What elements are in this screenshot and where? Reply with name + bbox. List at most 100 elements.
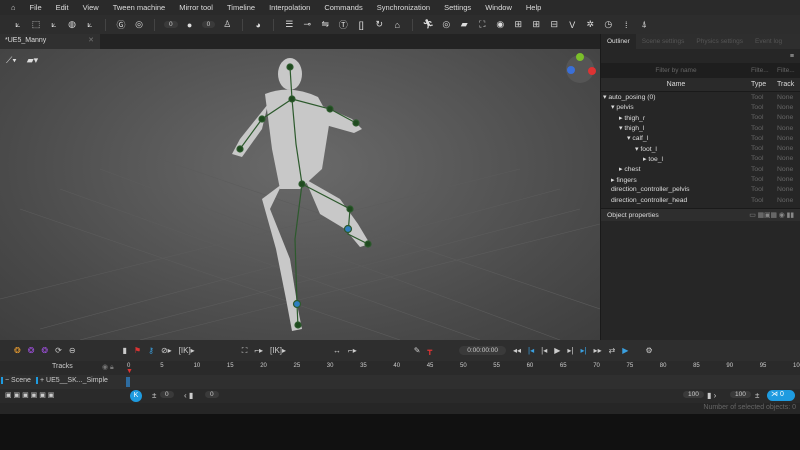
loop-icon[interactable]: ⇄	[609, 346, 616, 355]
document-tab[interactable]: *UE5_Manny ✕	[0, 34, 100, 49]
outliner-row[interactable]: ▾ pelvisToolNone	[601, 102, 800, 112]
link-icon[interactable]: ⊸	[301, 19, 313, 30]
menu-settings[interactable]: Settings	[437, 3, 478, 12]
outliner-row[interactable]: direction_controller_pelvisToolNone	[601, 185, 800, 195]
v-icon[interactable]: V	[566, 20, 578, 30]
play-range-icon[interactable]: ▶	[622, 346, 628, 355]
disable-icon[interactable]: ⊘▸	[161, 346, 172, 355]
menu-window[interactable]: Window	[478, 3, 519, 12]
key-purple-icon[interactable]: ❂	[41, 346, 48, 355]
end-frame-field[interactable]: 100	[683, 391, 704, 398]
close-icon[interactable]: ✕	[88, 36, 94, 44]
step-tween-icon[interactable]: ⌐▸	[348, 346, 357, 355]
clock-icon[interactable]: ◷	[602, 19, 614, 30]
flag-icon[interactable]: ⚑	[134, 346, 141, 355]
menu-edit[interactable]: Edit	[49, 3, 76, 12]
outliner-row[interactable]: ▾ auto_posing (0)ToolNone	[601, 92, 800, 102]
fast-forward-icon[interactable]: ▸▸	[594, 346, 602, 355]
focus-icon[interactable]: ⛶	[476, 19, 488, 30]
person-icon[interactable]: ♙	[221, 19, 233, 30]
filter-track-input[interactable]: Filte...	[777, 67, 795, 74]
shuffle-icon[interactable]: ⇋	[319, 19, 331, 30]
outliner-row[interactable]: ▾ thigh_lToolNone	[601, 123, 800, 133]
end-stepper[interactable]: ±	[755, 391, 759, 400]
next-frame-icon[interactable]: ▸|	[567, 346, 573, 355]
menu-file[interactable]: File	[23, 3, 49, 12]
menu-synchronization[interactable]: Synchronization	[370, 3, 437, 12]
track-action-icons[interactable]: ▣ ▣ ▣ ▣ ▣ ▣	[5, 391, 54, 399]
remove-layer-icon[interactable]: ⊟	[548, 19, 560, 30]
marker-icon[interactable]: ┳	[427, 346, 432, 355]
visibility-lock-icons[interactable]: ◉ 🔒︎	[102, 363, 114, 372]
tab-scene-settings[interactable]: Scene settings	[636, 38, 691, 45]
expand-arrow-icon[interactable]: ▸	[619, 115, 622, 122]
outliner-row[interactable]: ▸ chestToolNone	[601, 164, 800, 174]
pin-icon[interactable]: ✎	[414, 346, 421, 355]
start-offset-field[interactable]: 0	[160, 391, 174, 398]
loop-icon[interactable]: ↻	[373, 19, 385, 30]
last-key-icon[interactable]: ▸|	[580, 346, 586, 355]
home-icon[interactable]: ⌂	[4, 3, 23, 12]
timeline-ruler[interactable]: Tracks ◉ 🔒︎ 0510152025303540455055606570…	[0, 361, 800, 375]
menu-interpolation[interactable]: Interpolation	[262, 3, 317, 12]
panel-menu-icon[interactable]: ≡	[790, 53, 794, 60]
menu-commands[interactable]: Commands	[317, 3, 369, 12]
key-orange-icon[interactable]: ❂	[14, 346, 21, 355]
step-icon[interactable]: ⌐▸	[254, 346, 263, 355]
interval-icon[interactable]: ▮	[123, 346, 127, 355]
3d-viewport[interactable]: ⟋▾▰▾	[0, 49, 600, 340]
pose-icon[interactable]: ⍋	[638, 19, 650, 30]
menu-tween-machine[interactable]: Tween machine	[106, 3, 173, 12]
expand-arrow-icon[interactable]: ▾	[603, 94, 606, 101]
expand-arrow-icon[interactable]: ▸	[611, 177, 614, 184]
key-remove-icon[interactable]: ⊖	[69, 346, 76, 355]
column-track[interactable]: Track	[777, 81, 794, 88]
menu-view[interactable]: View	[76, 3, 106, 12]
key-loop-icon[interactable]: ⟳	[55, 346, 62, 355]
tab-event-log[interactable]: Event log	[749, 38, 788, 45]
menu-help[interactable]: Help	[519, 3, 548, 12]
ik-icon[interactable]: [IK]▸	[270, 346, 286, 355]
expand-arrow-icon[interactable]: ▸	[643, 156, 646, 163]
grid-icon[interactable]: ⊞	[512, 19, 524, 30]
box-select-icon[interactable]: ⬚	[30, 19, 42, 30]
column-type[interactable]: Type	[751, 81, 777, 88]
outliner-row[interactable]: ▸ thigh_rToolNone	[601, 113, 800, 123]
property-view-icons[interactable]: ▭ ▦▣▦ ◉ ▮▮	[749, 211, 794, 219]
first-key-icon[interactable]: |◂	[528, 346, 534, 355]
outliner-row[interactable]: ▸ toe_lToolNone	[601, 154, 800, 164]
spiral-icon[interactable]: ◉	[494, 19, 506, 30]
key-icon[interactable]: ⚷	[148, 346, 154, 355]
expand-arrow-icon[interactable]: ▾	[611, 104, 614, 111]
dot-icon[interactable]: ●	[184, 20, 196, 30]
camera-icon[interactable]: ▰	[458, 19, 470, 30]
outliner-row[interactable]: ▾ calf_lToolNone	[601, 133, 800, 143]
run-icon[interactable]: 🏃︎	[422, 19, 434, 30]
outliner-row[interactable]: ▸ fingersToolNone	[601, 174, 800, 184]
axis-tool-icon[interactable]: ⟀	[12, 19, 24, 30]
outliner-row[interactable]: ▾ foot_lToolNone	[601, 143, 800, 153]
sliders-icon[interactable]: ☰	[283, 19, 295, 30]
filter-name-input[interactable]: Filter by name	[601, 67, 751, 74]
filter-type-input[interactable]: Filte...	[751, 67, 777, 74]
axis-tool-icon[interactable]: ⟀	[48, 19, 60, 30]
settings-icon[interactable]: ⚙	[645, 346, 652, 355]
footsteps-icon[interactable]: ⁞	[620, 20, 632, 30]
playhead[interactable]: ▼	[126, 368, 133, 375]
expand-arrow-icon[interactable]: ▾	[619, 125, 622, 132]
spiral-icon[interactable]: ◎	[133, 19, 145, 30]
outliner-row[interactable]: direction_controller_headToolNone	[601, 195, 800, 205]
tab-physics-settings[interactable]: Physics settings	[690, 38, 749, 45]
column-name[interactable]: Name	[601, 81, 751, 88]
key-mode-button[interactable]: K	[130, 390, 142, 402]
lock-arch-icon[interactable]: ⌂	[391, 20, 403, 30]
bracket-icon[interactable]: []	[355, 20, 367, 30]
tab-outliner[interactable]: Outliner	[601, 34, 636, 49]
tween-icon[interactable]: ↔	[333, 346, 341, 355]
add-layer-icon[interactable]: ⊞	[530, 19, 542, 30]
globe-icon[interactable]: ◍	[66, 19, 78, 30]
fit-icon[interactable]: ⛶	[242, 346, 248, 356]
keyframe[interactable]	[126, 377, 130, 387]
shape-icon[interactable]: ◕	[252, 20, 264, 30]
object-track[interactable]: + UE5__SK..._Simple	[36, 377, 108, 384]
